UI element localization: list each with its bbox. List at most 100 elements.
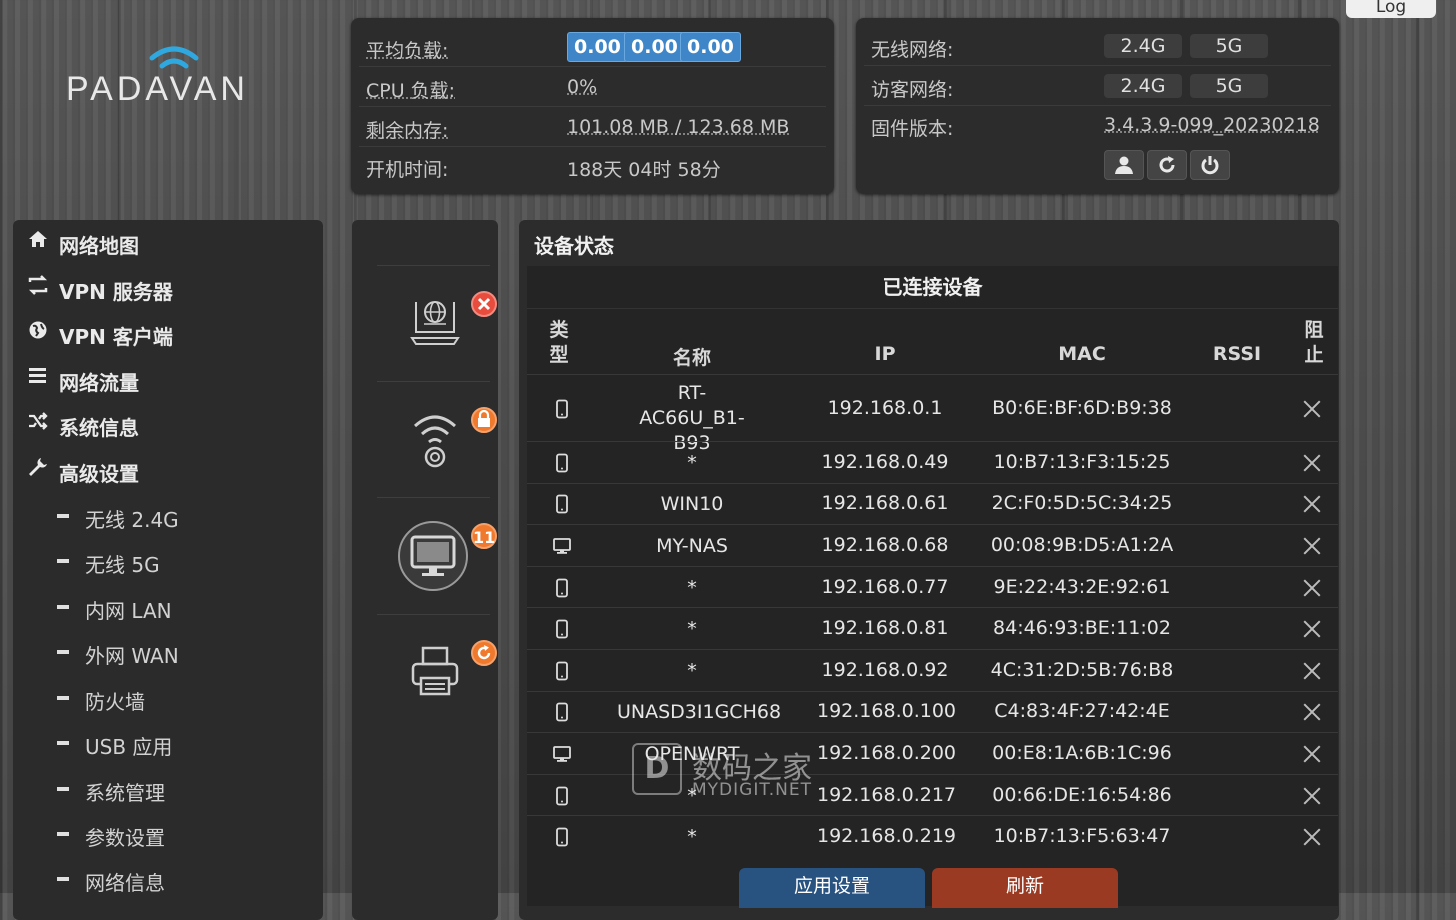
list-icon	[29, 368, 46, 383]
col-mac-header: MAC	[1058, 343, 1106, 365]
sidebar-sub-firewall[interactable]: 防火墙	[13, 676, 323, 720]
wireless-node[interactable]	[412, 412, 458, 472]
sidebar-sub-wan[interactable]: 外网 WAN	[13, 630, 323, 674]
sidebar-item-network-map[interactable]: 网络地图	[13, 220, 323, 264]
table-row: * 192.168.0.92 4C:31:2D:5B:76:B8	[527, 649, 1338, 692]
home-icon	[29, 231, 47, 247]
block-device-button[interactable]	[1302, 786, 1322, 806]
uptime-value: 188天 04时 58分	[567, 159, 721, 181]
cpu-value: 0%	[567, 76, 598, 98]
sidebar-sub-wireless-5g[interactable]: 无线 5G	[13, 539, 323, 583]
load-15min: 0.00	[680, 32, 741, 62]
dash-icon	[57, 696, 69, 700]
sidebar-item-vpn-client[interactable]: VPN 客户端	[13, 311, 323, 355]
block-device-button[interactable]	[1302, 399, 1322, 419]
sidebar-sub-usb[interactable]: USB 应用	[13, 721, 323, 765]
printer-node[interactable]	[411, 646, 459, 700]
load-1min: 0.00	[567, 32, 628, 62]
sidebar-item-traffic[interactable]: 网络流量	[13, 357, 323, 401]
device-name: UNASD3I1GCH68	[617, 701, 782, 724]
monitor-icon	[410, 535, 456, 576]
internet-node[interactable]	[410, 294, 460, 350]
reboot-button[interactable]	[1147, 150, 1187, 180]
refresh-button[interactable]: 刷新	[932, 868, 1118, 908]
col-ip-header: IP	[874, 343, 896, 365]
device-ip: 192.168.0.100	[817, 700, 957, 723]
power-icon	[1201, 156, 1219, 175]
memory-value: 101.08 MB / 123.68 MB	[567, 116, 790, 138]
apply-settings-button[interactable]: 应用设置	[739, 868, 925, 908]
sidebar-sub-label: USB 应用	[85, 735, 173, 759]
device-ip: 192.168.0.77	[821, 575, 949, 598]
clients-node[interactable]	[398, 521, 468, 591]
sidebar-sub-admin[interactable]: 系统管理	[13, 767, 323, 811]
wifi-router-icon	[413, 415, 457, 468]
printer-status-badge	[471, 640, 497, 666]
block-device-button[interactable]	[1302, 702, 1322, 722]
watermark: D 数码之家 MYDIGIT.NET	[632, 740, 852, 800]
block-device-button[interactable]	[1302, 744, 1322, 764]
col-type-header: 类型	[549, 319, 569, 366]
sidebar-sub-lan[interactable]: 内网 LAN	[13, 585, 323, 629]
wireless-24g-button[interactable]: 2.4G	[1104, 34, 1182, 58]
user-button[interactable]	[1104, 150, 1144, 180]
table-row: UNASD3I1GCH68 192.168.0.100 C4:83:4F:27:42…	[527, 690, 1338, 734]
network-map-column: 11	[352, 220, 498, 920]
cpu-row: CPU 负载: 0%	[359, 66, 826, 107]
power-button[interactable]	[1190, 150, 1230, 180]
device-mac: 84:46:93:BE:11:02	[993, 617, 1171, 640]
divider	[377, 265, 490, 266]
lock-badge	[471, 407, 497, 433]
block-device-button[interactable]	[1302, 494, 1322, 514]
device-status-panel: 设备状态 已连接设备 类型 名称 IP MAC RSSI 阻止 RT-AC66U…	[519, 220, 1339, 920]
sidebar-item-label: 网络地图	[59, 234, 139, 258]
sidebar-item-advanced[interactable]: 高级设置	[13, 448, 323, 492]
block-device-button[interactable]	[1302, 578, 1322, 598]
monitor-icon	[552, 536, 572, 560]
dash-icon	[57, 605, 69, 609]
sidebar-item-label: VPN 服务器	[59, 280, 173, 304]
phone-icon	[552, 786, 572, 810]
sidebar-sub-label: 无线 5G	[85, 553, 160, 577]
device-mac: 00:E8:1A:6B:1C:96	[992, 741, 1172, 764]
divider	[377, 497, 490, 498]
block-device-button[interactable]	[1302, 453, 1322, 473]
block-device-button[interactable]	[1302, 827, 1322, 847]
dash-icon	[57, 650, 69, 654]
guest-5g-button[interactable]: 5G	[1190, 74, 1268, 98]
sidebar-sub-wireless-24g[interactable]: 无线 2.4G	[13, 494, 323, 538]
sidebar-item-label: 高级设置	[59, 462, 139, 486]
phone-icon	[552, 494, 572, 518]
wireless-label: 无线网络:	[871, 39, 954, 61]
monitor-icon	[552, 744, 572, 768]
sidebar-item-system-info[interactable]: 系统信息	[13, 402, 323, 446]
device-name: *	[687, 576, 697, 599]
sidebar-item-vpn-server[interactable]: VPN 服务器	[13, 266, 323, 310]
uptime-label: 开机时间:	[366, 159, 449, 181]
watermark-en: MYDIGIT.NET	[692, 780, 812, 800]
sidebar-item-label: VPN 客户端	[59, 325, 173, 349]
guest-row: 访客网络: 2.4G 5G	[864, 65, 1331, 106]
wireless-5g-button[interactable]: 5G	[1190, 34, 1268, 58]
dash-icon	[57, 514, 69, 518]
table-row: WIN10 192.168.0.61 2C:F0:5D:5C:34:25	[527, 482, 1338, 526]
table-row: MY-NAS 192.168.0.68 00:08:9B:D5:A1:2A	[527, 524, 1338, 567]
log-button[interactable]: Log	[1346, 0, 1436, 18]
phone-icon	[552, 578, 572, 602]
sidebar-sub-netinfo[interactable]: 网络信息	[13, 857, 323, 901]
logo-text: PADAVAN	[66, 70, 249, 108]
device-mac: C4:83:4F:27:42:4E	[994, 700, 1170, 723]
sidebar-sub-params[interactable]: 参数设置	[13, 812, 323, 856]
phone-icon	[552, 702, 572, 726]
avg-load-label: 平均负载:	[366, 40, 449, 62]
phone-icon	[552, 619, 572, 643]
guest-24g-button[interactable]: 2.4G	[1104, 74, 1182, 98]
device-mac: 9E:22:43:2E:92:61	[993, 575, 1171, 598]
block-device-button[interactable]	[1302, 661, 1322, 681]
block-device-button[interactable]	[1302, 619, 1322, 639]
firmware-value[interactable]: 3.4.3.9-099_20230218	[1104, 114, 1320, 136]
block-device-button[interactable]	[1302, 536, 1322, 556]
user-icon	[1115, 156, 1133, 174]
connected-devices-table: 已连接设备 类型 名称 IP MAC RSSI 阻止 RT-AC66U_B1-B…	[527, 266, 1338, 906]
watermark-logo-icon: D	[632, 743, 682, 795]
